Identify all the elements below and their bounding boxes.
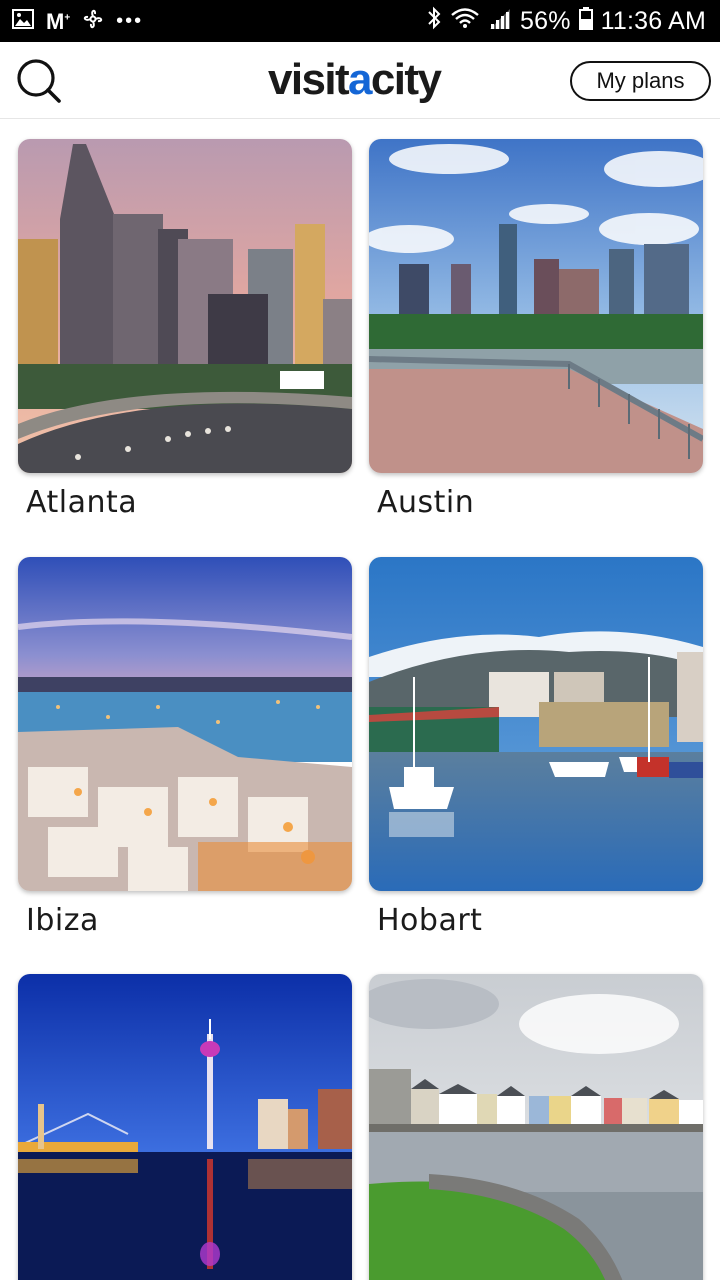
city-image-atlanta[interactable] <box>18 139 352 473</box>
city-image-5[interactable] <box>18 974 352 1280</box>
wifi-icon <box>450 7 480 36</box>
logo-text-city: city <box>370 55 442 104</box>
visitacity-logo[interactable]: visitacity <box>268 55 442 105</box>
city-image-austin[interactable] <box>369 139 703 473</box>
battery-icon <box>578 6 593 37</box>
gallery-icon <box>12 9 34 34</box>
app-header: visitacity My plans <box>0 42 720 119</box>
city-name-hobart[interactable]: Hobart <box>377 903 482 938</box>
logo-text-visit: visit <box>268 55 350 104</box>
search-button[interactable] <box>14 56 64 106</box>
gmail-icon: M+ <box>46 8 71 34</box>
signal-icon <box>488 7 512 36</box>
city-image-ibiza[interactable] <box>18 557 352 891</box>
city-image-6[interactable] <box>369 974 703 1280</box>
fan-icon <box>82 8 104 35</box>
status-bar: M+ ••• 56% 11:36 AM <box>0 0 720 42</box>
bluetooth-icon <box>426 6 442 37</box>
search-icon <box>17 59 61 103</box>
my-plans-button[interactable]: My plans <box>570 61 711 101</box>
city-name-austin[interactable]: Austin <box>377 485 474 520</box>
city-name-atlanta[interactable]: Atlanta <box>26 485 137 520</box>
logo-text-a: a <box>348 55 372 104</box>
more-icon: ••• <box>116 10 144 32</box>
battery-percent: 56% <box>519 7 571 35</box>
clock: 11:36 AM <box>600 7 706 35</box>
city-image-hobart[interactable] <box>369 557 703 891</box>
city-name-ibiza[interactable]: Ibiza <box>26 903 99 938</box>
